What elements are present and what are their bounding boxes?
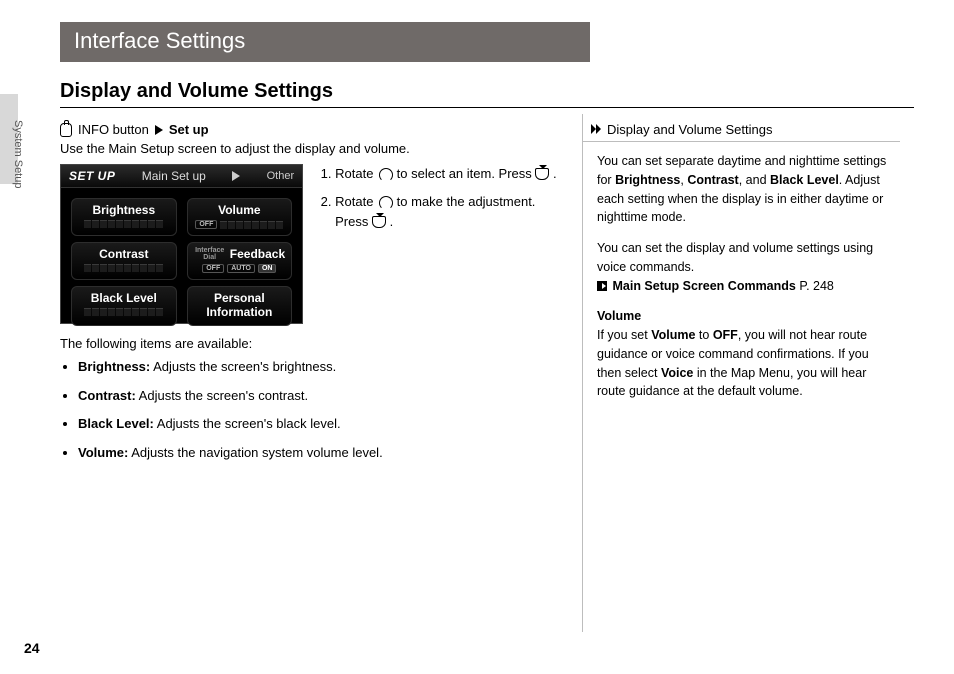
item-term: Contrast: (78, 388, 136, 403)
tile-label: Brightness (78, 203, 170, 217)
item-desc: Adjusts the navigation system volume lev… (128, 445, 382, 460)
breadcrumb-target: Set up (169, 122, 209, 137)
breadcrumb-prefix: INFO button (78, 122, 149, 137)
section-title: Display and Volume Settings (60, 80, 914, 108)
chapter-title: Interface Settings (60, 22, 590, 62)
step-text: . (390, 214, 394, 229)
tile-label: Contrast (78, 247, 170, 261)
tile-label: Information (194, 305, 286, 319)
tile-volume: Volume OFF (187, 198, 293, 236)
tile-brightness: Brightness (71, 198, 177, 236)
press-dial-icon (372, 216, 386, 228)
sidebar-heading: Display and Volume Settings (583, 122, 900, 142)
tile-label: Volume (194, 203, 286, 217)
info-button-icon (60, 123, 72, 137)
step-text: Rotate (335, 194, 377, 209)
cross-ref-page: P. 248 (799, 279, 834, 293)
step-text: Rotate (335, 166, 377, 181)
tile-sublabel: Interface Dial (194, 247, 226, 261)
sidebar-paragraph: You can set separate daytime and nightti… (597, 152, 894, 227)
info-sidebar: Display and Volume Settings You can set … (582, 114, 900, 632)
double-chevron-icon (591, 124, 603, 135)
available-items-lead: The following items are available: (60, 336, 560, 351)
tile-feedback: Interface Dial Feedback OFF AUTO ON (187, 242, 293, 280)
step-text: to select an item. Press (397, 166, 536, 181)
off-label: OFF (202, 264, 224, 273)
tile-label: Black Level (78, 291, 170, 305)
list-item: Contrast: Adjusts the screen's contrast. (78, 386, 560, 406)
press-dial-icon (535, 168, 549, 180)
tile-label: Personal (194, 291, 286, 305)
available-items-list: Brightness: Adjusts the screen's brightn… (60, 357, 560, 462)
tile-label: Feedback (230, 247, 285, 261)
step-text: . (553, 166, 557, 181)
sidebar-subheading: Volume (597, 309, 641, 323)
item-desc: Adjusts the screen's contrast. (136, 388, 308, 403)
cross-ref-label: Main Setup Screen Commands (612, 279, 795, 293)
list-item: Brightness: Adjusts the screen's brightn… (78, 357, 560, 377)
breadcrumb: INFO button Set up (60, 122, 560, 137)
setup-screenshot: SET UP Main Set up Other Brightness Volu… (60, 164, 303, 324)
tile-personal-info: Personal Information (187, 286, 293, 326)
item-term: Black Level: (78, 416, 154, 431)
screenshot-header-center: Main Set up (142, 169, 206, 183)
auto-label: AUTO (227, 264, 255, 273)
intro-text: Use the Main Setup screen to adjust the … (60, 141, 560, 156)
tile-black-level: Black Level (71, 286, 177, 326)
screenshot-header-right: Other (267, 170, 295, 182)
tile-contrast: Contrast (71, 242, 177, 280)
item-desc: Adjusts the screen's black level. (154, 416, 341, 431)
on-label: ON (258, 264, 277, 273)
step-item: Rotate to select an item. Press . (335, 164, 560, 184)
step-item: Rotate to make the adjustment. Press . (335, 192, 560, 232)
rotate-dial-icon (377, 196, 393, 208)
main-column: INFO button Set up Use the Main Setup sc… (60, 114, 560, 632)
item-desc: Adjusts the screen's brightness. (150, 359, 336, 374)
cross-ref-icon (597, 281, 607, 291)
rotate-dial-icon (377, 168, 393, 180)
item-term: Volume: (78, 445, 128, 460)
list-item: Black Level: Adjusts the screen's black … (78, 414, 560, 434)
item-term: Brightness: (78, 359, 150, 374)
list-item: Volume: Adjusts the navigation system vo… (78, 443, 560, 463)
sidebar-paragraph: Volume If you set Volume to OFF, you wil… (597, 307, 894, 401)
page-number: 24 (24, 640, 40, 656)
sidebar-heading-text: Display and Volume Settings (607, 122, 772, 137)
step-list: Rotate to select an item. Press . Rotate… (317, 164, 560, 324)
chapter-title-bar: Interface Settings (60, 22, 914, 62)
chevron-right-icon (232, 171, 240, 181)
screenshot-header-left: SET UP (69, 169, 115, 183)
sidebar-paragraph: You can set the display and volume setti… (597, 239, 894, 295)
chevron-right-icon (155, 125, 163, 135)
off-label: OFF (195, 220, 217, 229)
side-chapter-label: System Setup (12, 120, 24, 188)
